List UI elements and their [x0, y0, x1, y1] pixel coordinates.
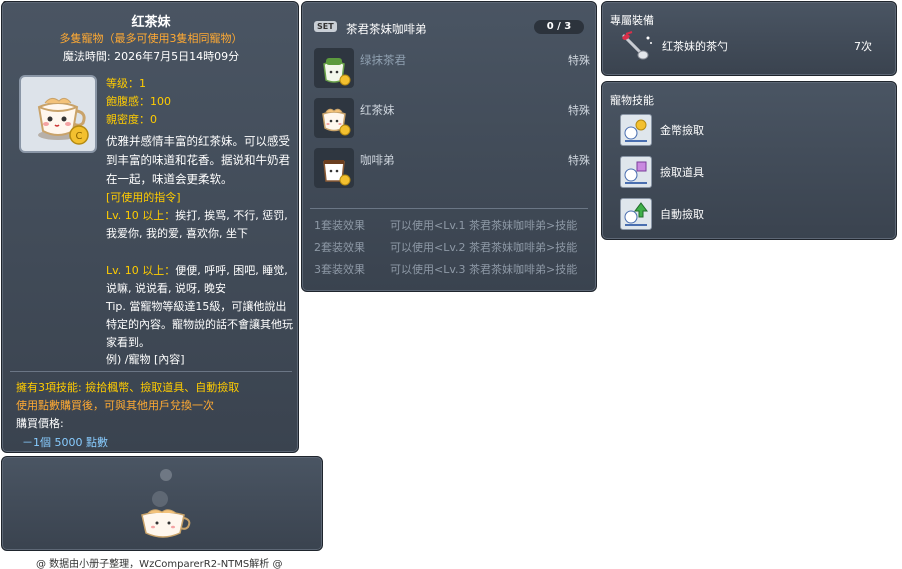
exclusive-equip-panel: 專屬裝備 红茶妹的茶勺 7次 [601, 1, 897, 76]
command-group-2: Lv. 10 以上：便便, 呼呼, 困吧, 睡觉, 说嘛, 说说看, 说呀, 晚… [106, 262, 294, 298]
pet-description: 优雅并感情丰富的红茶妹。可以感受到丰富的味道和花香。据说和牛奶君在一起，味道会更… [106, 134, 290, 186]
set-effect-text: 可以使用<Lv.1 茶君茶妹咖啡弟>技能 [390, 219, 578, 232]
pet-subtitle: 多隻寵物（最多可使用3隻相同寵物） [59, 32, 243, 45]
tea-spoon-icon[interactable] [618, 30, 654, 62]
coffee-icon [314, 148, 354, 188]
set-item-name: 绿抹茶君 [360, 53, 406, 67]
magic-time: 魔法時間: 2026年7月5日14時09分 [62, 50, 240, 63]
equip-title: 專屬裝備 [610, 14, 654, 27]
price-value: －1個 5000 點數 [22, 436, 108, 449]
pet-skills-panel: 寵物技能 金幣撿取 撿取道具 自動撿取 [601, 81, 897, 240]
footer-credit: @ 数据由小册子整理，WzComparerR2-NTMS解析 @ [36, 559, 283, 569]
command-example: 例) /寵物 [內容] [106, 353, 185, 366]
set-count: 0 / 3 [534, 20, 584, 34]
divider [310, 208, 588, 209]
equip-count: 7次 [854, 40, 872, 53]
set-effect-text: 可以使用<Lv.2 茶君茶妹咖啡弟>技能 [390, 241, 578, 254]
tip-text: Tip. 當寵物等級達15級，可讓他說出特定的內容。寵物說的話不會讓其他玩家看到… [106, 300, 293, 349]
set-item-name: 咖啡弟 [360, 153, 395, 167]
set-effect-text: 可以使用<Lv.3 茶君茶妹咖啡弟>技能 [390, 263, 578, 276]
command-level: Lv. 10 以上： [106, 209, 176, 222]
set-item[interactable]: 红茶妹 特殊 [314, 98, 590, 138]
skill-name: 金幣撿取 [660, 124, 704, 137]
set-item-type: 特殊 [568, 154, 590, 167]
green-tea-icon [314, 48, 354, 88]
auto-pickup-icon [620, 198, 652, 230]
command-group-1: Lv. 10 以上：挨打, 挨骂, 不行, 惩罚, 我爱你, 我的爱, 喜欢你,… [106, 207, 294, 243]
set-item-name: 红茶妹 [360, 103, 395, 117]
skills-summary: 擁有3項技能: 撿拾楓幣、撿取道具、自動撿取 [16, 381, 240, 394]
trade-notice: 使用點數購買後，可與其他用戶兌換一次 [16, 399, 214, 412]
set-effect-label: 1套装效果 [314, 219, 365, 232]
set-effect: 3套装效果 可以使用<Lv.3 茶君茶妹咖啡弟>技能 [314, 261, 594, 277]
set-effect: 1套装效果 可以使用<Lv.1 茶君茶妹咖啡弟>技能 [314, 217, 594, 233]
set-item-type: 特殊 [568, 104, 590, 117]
set-effect: 2套装效果 可以使用<Lv.2 茶君茶妹咖啡弟>技能 [314, 239, 594, 255]
divider [10, 371, 292, 372]
command-level: Lv. 10 以上： [106, 264, 176, 277]
equip-name: 红茶妹的茶勺 [662, 40, 728, 53]
set-effect-label: 2套装效果 [314, 241, 365, 254]
set-name: 茶君茶妹咖啡弟 [346, 22, 427, 36]
skill-name: 自動撿取 [660, 208, 704, 221]
stat-closeness: 親密度：0 [106, 113, 157, 126]
pet-sprite-icon [141, 469, 191, 538]
item-pickup-icon [620, 156, 652, 188]
set-panel: SET 茶君茶妹咖啡弟 0 / 3 绿抹茶君 特殊 红茶妹 特殊 咖啡弟 特殊 … [301, 1, 597, 292]
commands-title: [可使用的指令] [106, 191, 181, 204]
black-tea-icon [314, 98, 354, 138]
set-item[interactable]: 咖啡弟 特殊 [314, 148, 590, 188]
set-item-type: 特殊 [568, 54, 590, 67]
skill-name: 撿取道具 [660, 166, 704, 179]
skills-title: 寵物技能 [610, 94, 654, 107]
pet-name: 红茶妹 [131, 15, 171, 30]
skill-item[interactable]: 自動撿取 [620, 198, 880, 232]
meso-pickup-icon [620, 114, 652, 146]
stat-level: 等级：1 [106, 77, 146, 90]
pet-stats: 等级：1 飽腹感：100 親密度：0 [106, 75, 171, 129]
pet-portrait-icon: C [19, 75, 97, 153]
price-label: 購買價格: [16, 417, 64, 430]
skill-item[interactable]: 金幣撿取 [620, 114, 880, 148]
stat-fullness: 飽腹感：100 [106, 95, 171, 108]
pet-info-panel: 红茶妹 多隻寵物（最多可使用3隻相同寵物） 魔法時間: 2026年7月5日14時… [1, 1, 299, 453]
set-badge: SET [314, 21, 337, 32]
svg-text:C: C [76, 131, 83, 142]
pet-preview-panel [1, 456, 323, 551]
skill-item[interactable]: 撿取道具 [620, 156, 880, 190]
pet-tip: Tip. 當寵物等級達15級，可讓他說出特定的內容。寵物說的話不會讓其他玩家看到… [106, 298, 294, 352]
set-effect-label: 3套装效果 [314, 263, 365, 276]
set-item[interactable]: 绿抹茶君 特殊 [314, 48, 590, 88]
